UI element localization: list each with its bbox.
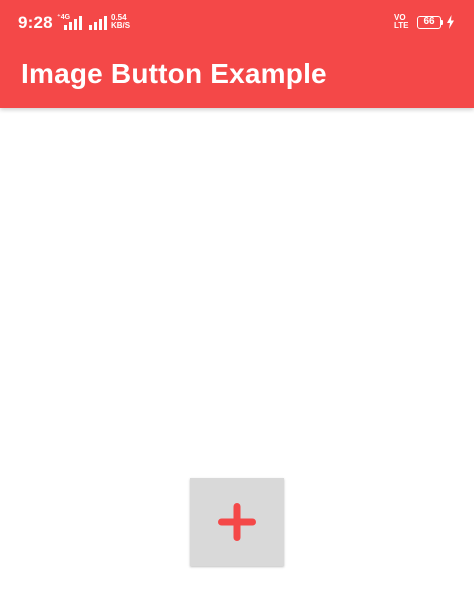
signal-icon bbox=[89, 16, 107, 30]
volte-icon: VO LTE bbox=[394, 13, 409, 30]
app-bar: 9:28 ⁺4G 0.54 KB/S VO LTE 66 Image Butto… bbox=[0, 0, 474, 108]
status-bar: 9:28 ⁺4G 0.54 KB/S VO LTE 66 bbox=[0, 0, 474, 44]
network-speed: 0.54 KB/S bbox=[111, 14, 137, 30]
battery-tip bbox=[441, 20, 443, 25]
status-time: 9:28 bbox=[18, 13, 53, 32]
plus-icon bbox=[218, 503, 256, 541]
speed-unit: KB/S bbox=[111, 21, 131, 30]
battery-icon: 66 bbox=[417, 16, 441, 29]
charging-bolt-icon bbox=[447, 15, 454, 29]
add-image-button[interactable] bbox=[190, 478, 284, 566]
signal-icon bbox=[64, 16, 82, 30]
page-title: Image Button Example bbox=[21, 58, 327, 89]
battery-level: 66 bbox=[423, 16, 435, 27]
